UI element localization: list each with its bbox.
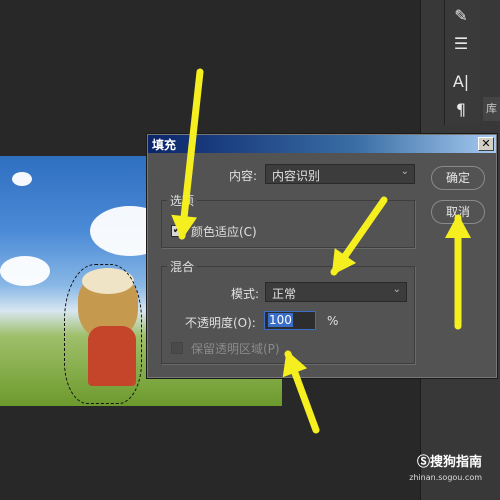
watermark-brand: Ⓢ搜狗指南: [416, 455, 482, 470]
close-button[interactable]: ✕: [478, 137, 494, 151]
sliders-icon[interactable]: ☰: [449, 32, 473, 56]
opacity-unit: %: [327, 314, 339, 328]
blend-title: 混合: [167, 258, 198, 275]
opacity-value: 100: [268, 313, 293, 327]
chevron-down-icon: ⌄: [400, 166, 409, 177]
content-label: 内容:: [229, 169, 258, 183]
dialog-title: 填充: [152, 138, 177, 152]
character-icon[interactable]: A|: [449, 70, 473, 94]
content-select[interactable]: 内容识别 ⌄: [265, 164, 415, 184]
dialog-title-bar[interactable]: 填充 ✕: [148, 135, 496, 153]
brush-icon[interactable]: ✎: [449, 4, 473, 28]
opacity-input[interactable]: 100: [264, 311, 316, 330]
selection-marquee: [64, 264, 142, 404]
opacity-label: 不透明度(O):: [185, 316, 256, 330]
watermark-url: zhinan.sogou.com: [409, 473, 482, 482]
content-value: 内容识别: [272, 169, 321, 183]
preserve-transparency-label: 保留透明区域(P): [191, 342, 280, 356]
tab-library[interactable]: 库: [483, 97, 500, 121]
mode-label: 模式:: [231, 287, 260, 301]
ok-button[interactable]: 确定: [431, 166, 485, 190]
mode-value: 正常: [272, 287, 297, 301]
fill-dialog: 填充 ✕ 内容: 内容识别 ⌄ 选项 ✔ 颜色适应(C) 混合 模式: 正常 ⌄…: [146, 133, 498, 379]
cancel-button[interactable]: 取消: [431, 200, 485, 224]
paragraph-icon[interactable]: ¶: [449, 98, 473, 122]
color-adapt-label: 颜色适应(C): [191, 225, 257, 239]
preserve-transparency-checkbox[interactable]: [171, 342, 183, 354]
color-adapt-checkbox[interactable]: ✔: [171, 225, 183, 237]
chevron-down-icon: ⌄: [392, 284, 401, 295]
options-title: 选项: [167, 192, 198, 209]
mode-select[interactable]: 正常 ⌄: [265, 282, 407, 302]
